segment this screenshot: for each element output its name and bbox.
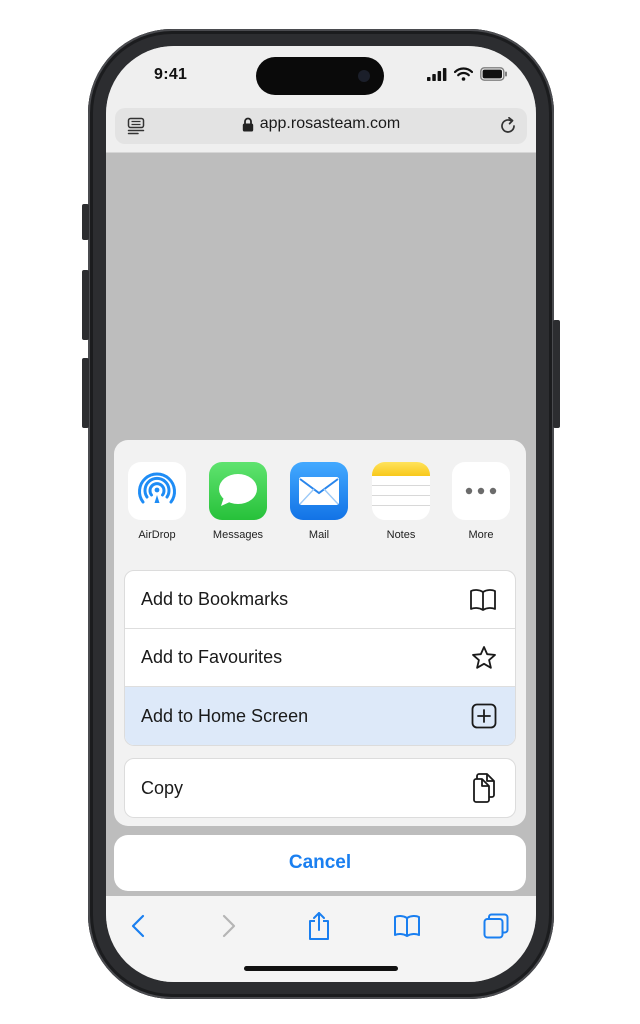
chevron-left-icon <box>131 914 145 938</box>
status-time: 9:41 <box>154 66 188 83</box>
messages-icon <box>209 462 267 520</box>
dynamic-island <box>256 57 384 95</box>
plus-square-icon <box>471 703 497 729</box>
bookmarks-button[interactable] <box>387 908 427 944</box>
share-app-label: Notes <box>386 529 416 541</box>
address-field[interactable]: app.rosasteam.com <box>115 108 527 144</box>
action-label: Add to Favourites <box>141 647 283 667</box>
action-group-secondary: Copy <box>124 758 516 818</box>
tabs-button[interactable] <box>476 908 516 944</box>
web-content-area <box>106 153 536 440</box>
forward-button[interactable] <box>209 908 249 944</box>
cellular-signal-icon <box>427 67 447 81</box>
share-app-mail[interactable]: Mail <box>279 462 359 541</box>
safari-toolbar <box>106 896 536 982</box>
share-button[interactable] <box>299 908 339 944</box>
url-display[interactable]: app.rosasteam.com <box>115 115 527 133</box>
mail-icon <box>290 462 348 520</box>
add-to-home-screen-button[interactable]: Add to Home Screen <box>125 687 515 745</box>
share-app-label: Messages <box>212 529 264 541</box>
volume-down-button <box>82 358 89 428</box>
add-to-favourites-button[interactable]: Add to Favourites <box>125 629 515 687</box>
power-button <box>553 320 560 428</box>
action-group-primary: Add to Bookmarks Add to Favourites Add t… <box>124 570 516 746</box>
share-app-airdrop[interactable]: AirDrop <box>117 462 197 541</box>
share-sheet: AirDrop Messages Mail Notes More Add to … <box>114 440 526 826</box>
share-icon <box>309 912 329 940</box>
url-text: app.rosasteam.com <box>259 115 401 132</box>
share-app-more[interactable]: More <box>441 462 521 541</box>
action-label: Add to Bookmarks <box>141 589 289 609</box>
phone-screen: 9:41 app.rosasteam.com AirDrop Messages … <box>106 46 536 982</box>
tabs-icon <box>483 913 509 939</box>
book-icon <box>470 588 496 611</box>
action-label: Copy <box>141 777 184 798</box>
share-app-label: Mail <box>308 529 330 541</box>
cancel-button[interactable]: Cancel <box>114 835 526 891</box>
volume-up-button <box>82 270 89 340</box>
status-icons <box>427 67 508 81</box>
share-app-notes[interactable]: Notes <box>361 462 441 541</box>
battery-icon <box>480 67 507 81</box>
camera-icon <box>358 70 370 82</box>
address-bar: app.rosasteam.com <box>106 108 536 153</box>
copy-icon <box>473 773 495 803</box>
back-button[interactable] <box>118 908 158 944</box>
book-icon <box>394 914 420 937</box>
star-icon <box>472 645 496 669</box>
chevron-right-icon <box>222 914 236 938</box>
reload-icon[interactable] <box>497 115 519 137</box>
share-app-messages[interactable]: Messages <box>198 462 278 541</box>
share-app-label: More <box>468 529 494 541</box>
share-app-row: AirDrop Messages Mail Notes More <box>114 462 526 552</box>
copy-button[interactable]: Copy <box>125 759 515 817</box>
airdrop-icon <box>128 462 186 520</box>
lock-icon <box>242 117 253 131</box>
action-button <box>82 204 89 240</box>
cancel-label: Cancel <box>288 852 352 873</box>
home-indicator <box>244 966 398 971</box>
status-bar: 9:41 <box>106 46 536 108</box>
notes-icon <box>372 462 430 520</box>
more-icon <box>452 462 510 520</box>
add-to-bookmarks-button[interactable]: Add to Bookmarks <box>125 571 515 629</box>
wifi-icon <box>454 67 473 81</box>
share-app-label: AirDrop <box>138 529 176 541</box>
action-label: Add to Home Screen <box>141 705 309 726</box>
